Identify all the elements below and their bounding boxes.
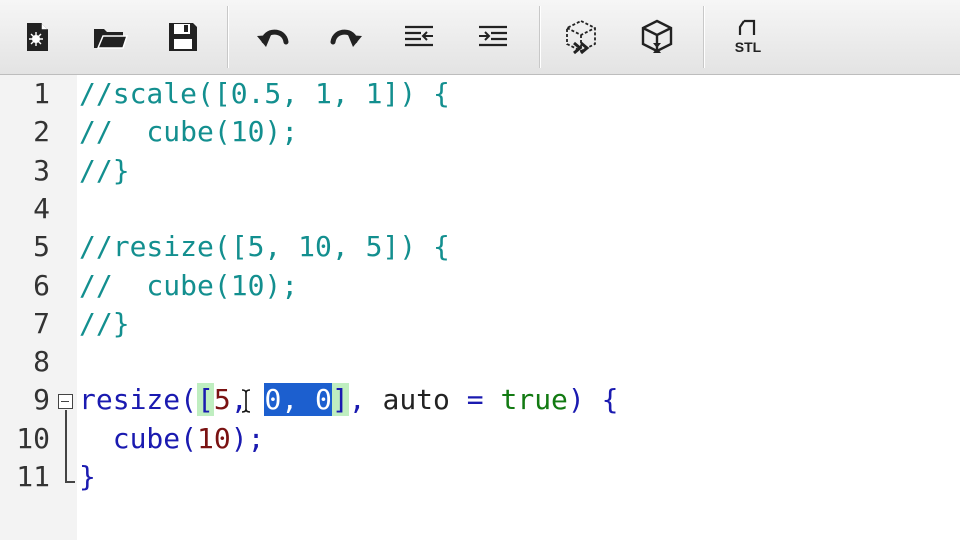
line-number: 8 xyxy=(33,345,50,379)
export-stl-button[interactable]: STL xyxy=(723,12,773,62)
line-number: 10 xyxy=(16,421,50,455)
outdent-icon xyxy=(405,25,433,47)
code-token: ( xyxy=(180,421,198,455)
code-token: 5 xyxy=(213,383,231,417)
toolbar-separator xyxy=(227,6,229,68)
new-file-button[interactable] xyxy=(12,12,62,62)
unindent-button[interactable] xyxy=(394,12,444,62)
line-number: 2 xyxy=(33,115,50,149)
toolbar: STL xyxy=(0,0,960,75)
line-number: 7 xyxy=(33,306,50,340)
code-token: resize xyxy=(79,383,181,417)
selected-text: 0, 0 xyxy=(264,383,332,417)
code-text[interactable]: // cube(10); xyxy=(79,113,298,151)
preview-cube-icon xyxy=(566,19,596,55)
code-line[interactable]: 11} xyxy=(0,458,960,496)
code-token: true xyxy=(500,383,568,417)
line-number: 9 xyxy=(33,383,50,417)
code-line[interactable]: 10 cube(10); xyxy=(0,420,960,458)
code-text[interactable]: resize([5, 0, 0], auto = true) { xyxy=(79,381,619,419)
code-line[interactable]: 6 // cube(10); xyxy=(0,267,960,305)
folder-open-icon xyxy=(94,29,129,49)
render-button[interactable] xyxy=(632,12,682,62)
open-file-button[interactable] xyxy=(85,12,135,62)
code-line[interactable]: 7 //} xyxy=(0,305,960,343)
code-text[interactable]: //} xyxy=(79,152,130,190)
code-text[interactable]: //} xyxy=(79,305,130,343)
line-number: 11 xyxy=(16,460,50,493)
code-line[interactable]: 9 resize([5, 0, 0], auto = true) { xyxy=(0,381,960,419)
code-text[interactable]: //scale([0.5, 1, 1]) { xyxy=(79,75,450,113)
stl-label: STL xyxy=(735,39,762,55)
indent-button[interactable] xyxy=(468,12,518,62)
text-cursor-icon xyxy=(241,389,251,413)
code-token: , xyxy=(348,383,383,417)
code-line[interactable]: 8 xyxy=(0,343,960,381)
redo-icon xyxy=(330,29,362,47)
render-cube-icon xyxy=(641,19,673,53)
code-line[interactable]: 3 //} xyxy=(0,152,960,190)
code-line[interactable]: 4 xyxy=(0,190,960,228)
code-token: // cube(10); xyxy=(79,115,299,149)
toolbar-separator xyxy=(703,6,705,68)
code-token: //scale([0.5, 1, 1]) { xyxy=(79,77,450,110)
fold-guide-line xyxy=(65,410,67,482)
undo-icon xyxy=(257,29,289,47)
code-token: //} xyxy=(79,153,130,187)
code-token: ] xyxy=(331,383,349,417)
code-text[interactable]: cube(10); xyxy=(79,420,265,458)
line-number: 5 xyxy=(33,230,50,264)
code-token: cube xyxy=(79,421,181,455)
preview-button[interactable] xyxy=(556,12,606,62)
code-line[interactable]: 2 // cube(10); xyxy=(0,113,960,151)
code-token: auto xyxy=(382,383,450,417)
code-editor[interactable]: 1 //scale([0.5, 1, 1]) { 2 // cube(10); 3 //}… xyxy=(0,75,960,540)
code-token: //resize([5, 10, 5]) { xyxy=(79,230,450,264)
code-token: ( xyxy=(180,383,198,417)
redo-button[interactable] xyxy=(321,12,371,62)
code-token: 10 xyxy=(197,421,231,455)
code-line[interactable]: 5 //resize([5, 10, 5]) { xyxy=(0,228,960,266)
fold-toggle-icon[interactable] xyxy=(58,394,73,409)
code-token: //} xyxy=(79,306,130,340)
code-text[interactable]: //resize([5, 10, 5]) { xyxy=(79,228,450,266)
save-button[interactable] xyxy=(158,12,208,62)
code-token: } xyxy=(79,460,96,493)
indent-icon xyxy=(479,25,507,47)
new-file-icon xyxy=(27,23,48,51)
code-text[interactable]: // cube(10); xyxy=(79,267,298,305)
undo-button[interactable] xyxy=(248,12,298,62)
floppy-disk-icon xyxy=(169,23,197,51)
fold-guide-end xyxy=(65,481,75,483)
stl-export-icon: STL xyxy=(735,19,762,55)
toolbar-separator xyxy=(539,6,541,68)
line-number: 3 xyxy=(33,153,50,187)
line-number: 1 xyxy=(33,77,50,110)
line-number: 4 xyxy=(33,191,50,225)
code-token: ); xyxy=(230,421,265,455)
code-token: [ xyxy=(197,383,214,417)
code-token: = xyxy=(449,383,501,417)
code-token: // cube(10); xyxy=(79,268,299,302)
line-number: 6 xyxy=(33,268,50,302)
code-token: ) { xyxy=(567,383,619,417)
code-text[interactable]: } xyxy=(79,458,96,496)
code-line[interactable]: 1 //scale([0.5, 1, 1]) { xyxy=(0,75,960,113)
